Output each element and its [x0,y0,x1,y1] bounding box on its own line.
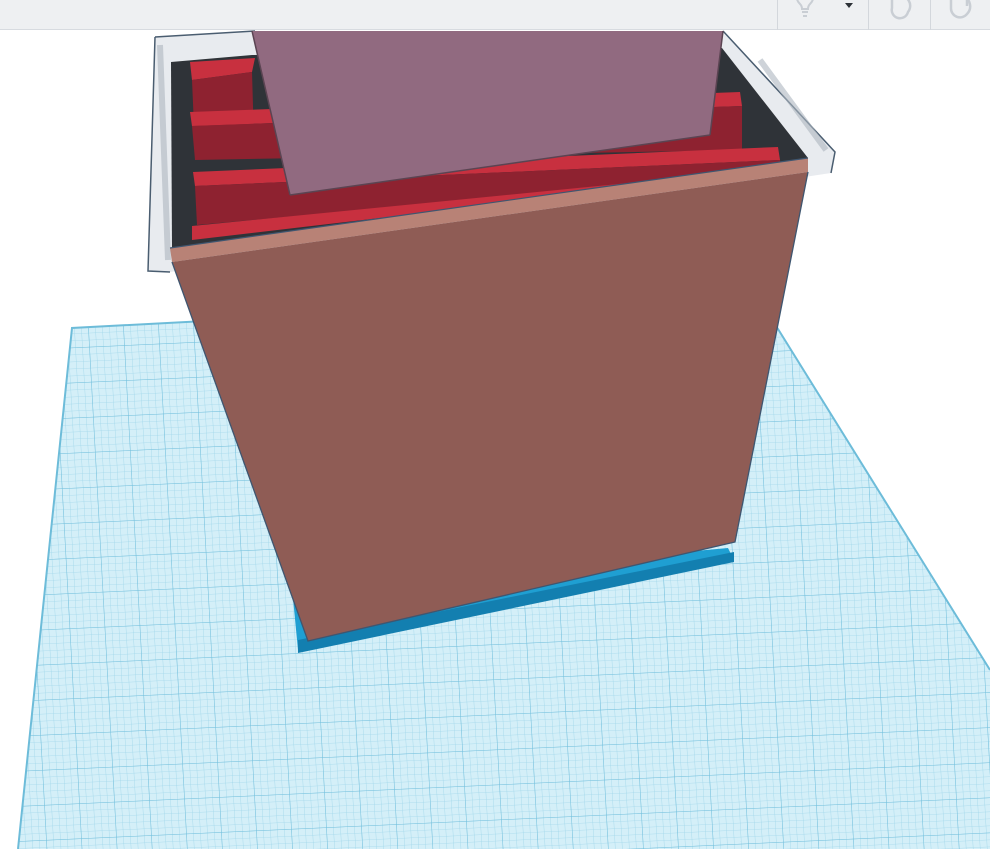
rotate-left-button[interactable] [874,0,926,30]
top-toolbar [0,0,990,30]
rotate-right-icon [939,0,983,27]
toolbar-divider [868,0,869,30]
scene [17,30,990,849]
rotate-left-icon [880,0,920,27]
caret-down-icon [841,0,857,18]
toolbar-divider [930,0,931,30]
rotate-right-button[interactable] [935,0,987,30]
light-dropdown-button[interactable] [834,0,864,30]
toolbar-divider [777,0,778,30]
3d-viewport[interactable] [0,30,990,849]
lightbulb-icon [790,0,820,27]
lightbulb-button[interactable] [782,0,828,30]
